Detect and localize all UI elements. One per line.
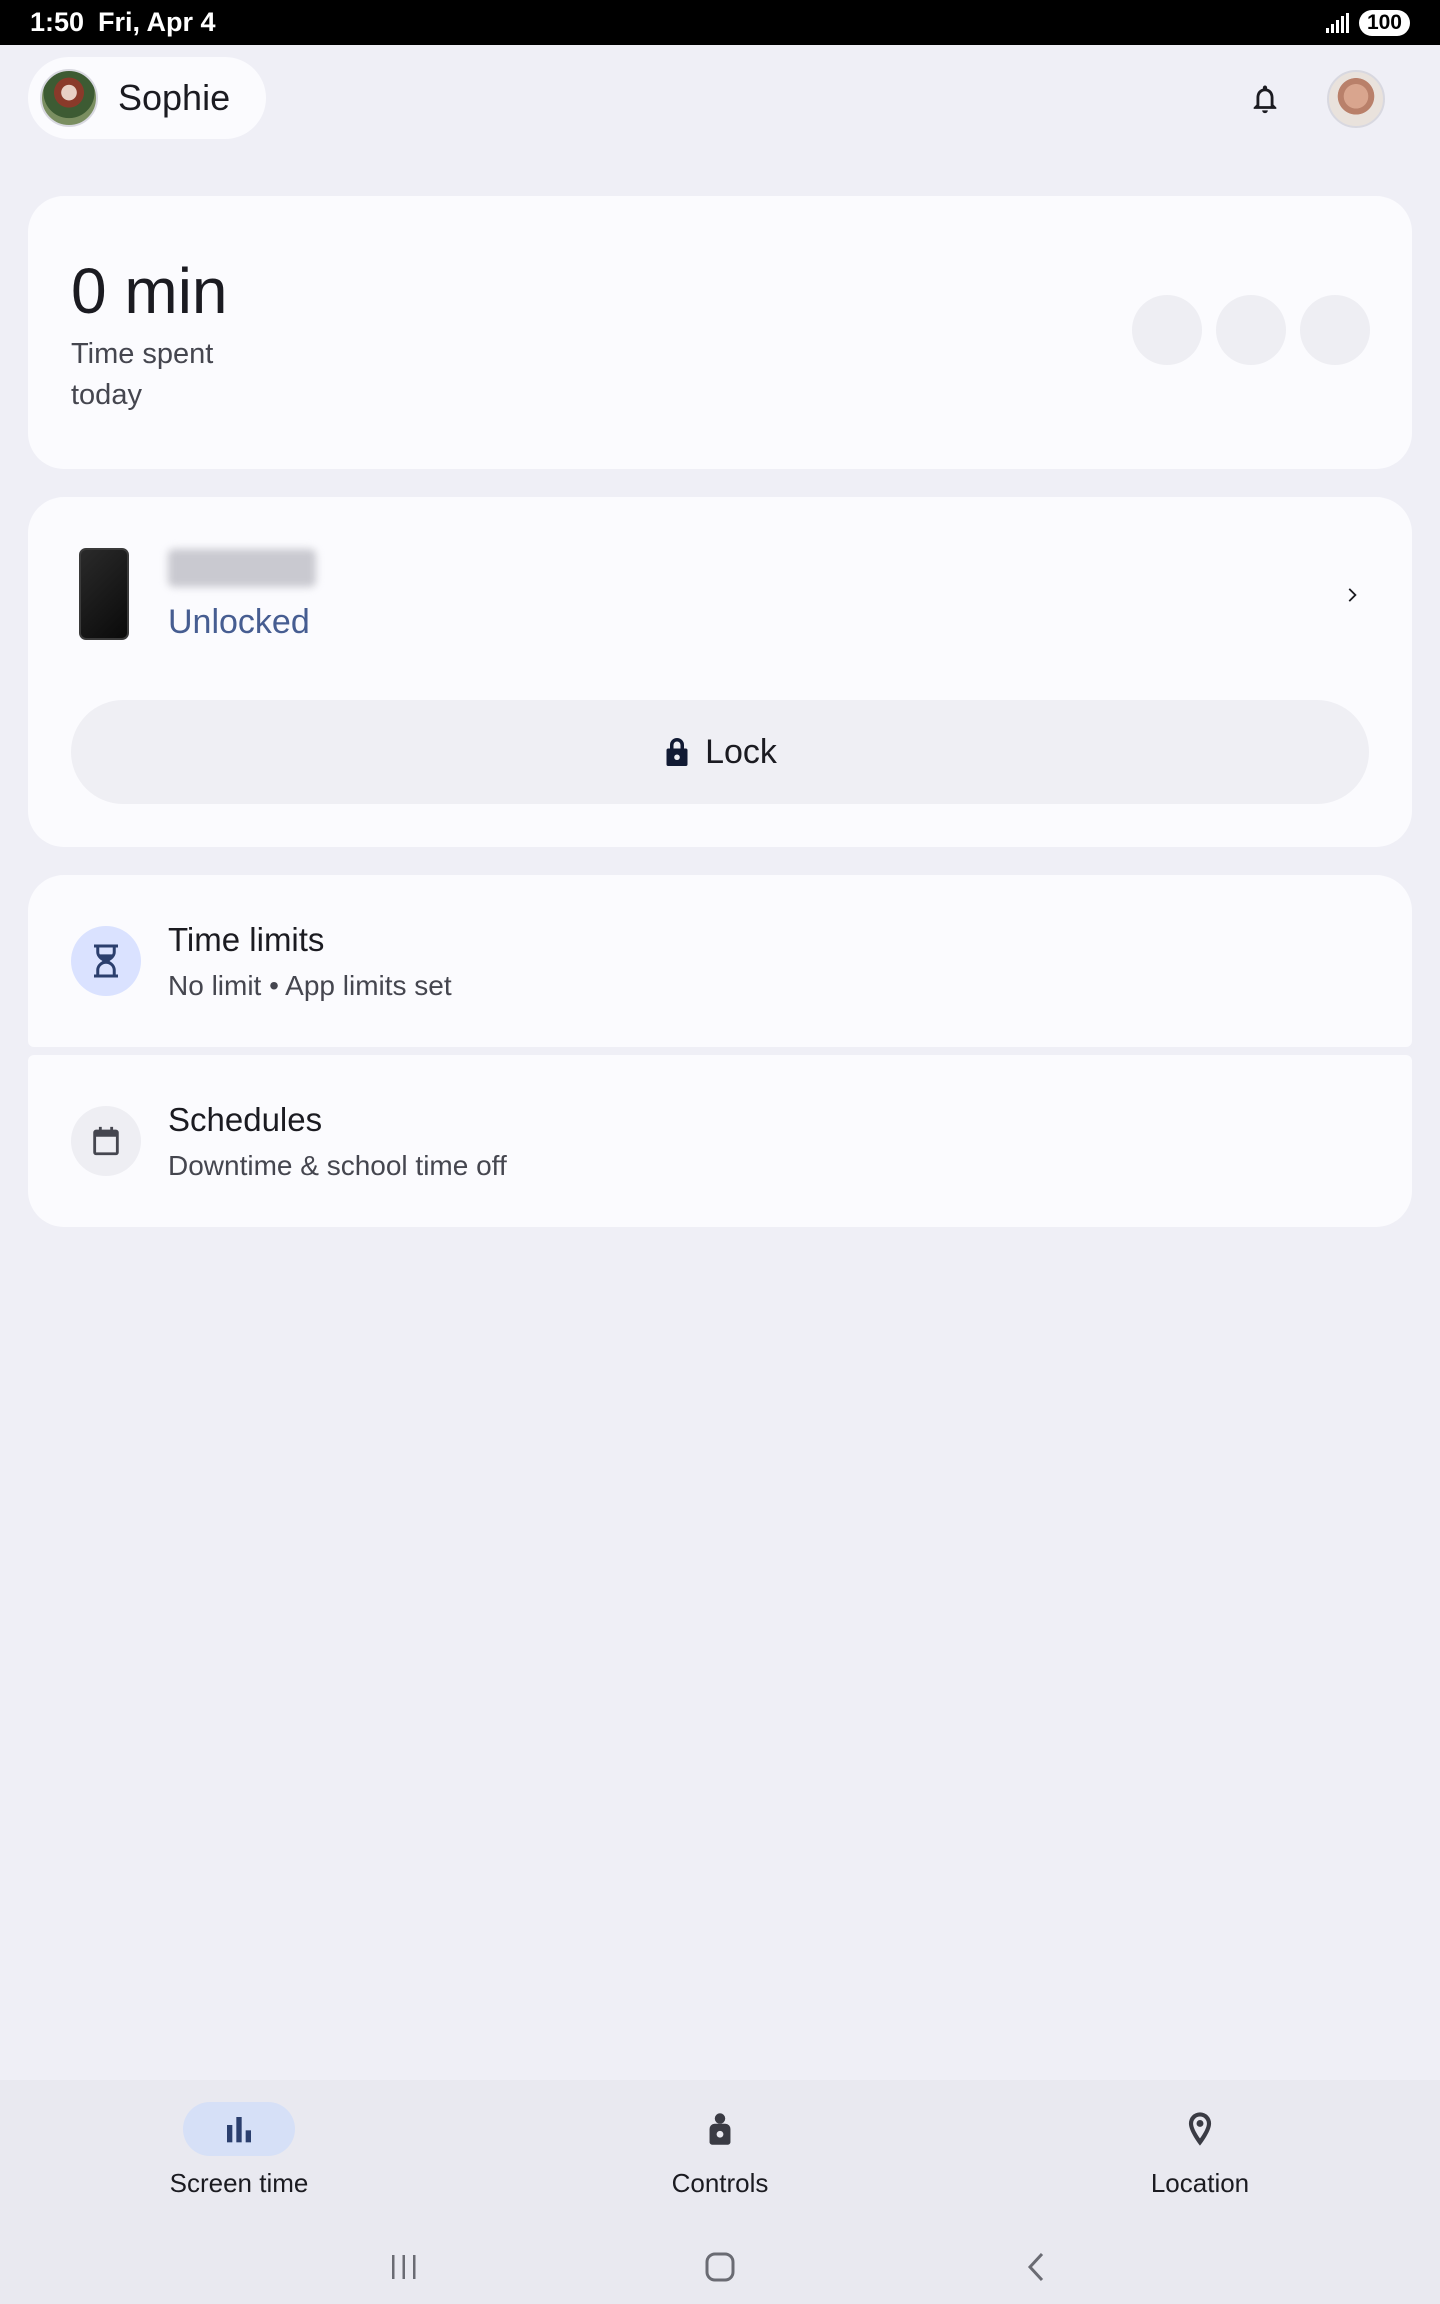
child-selector-chip[interactable]: Sophie [28,57,266,139]
calendar-icon [71,1106,141,1176]
child-name: Sophie [118,77,231,118]
device-name-redacted [168,549,316,587]
family-link-screen: 1:50 Fri, Apr 4 100 Sophie 0 min Time sp… [0,0,1440,2304]
back-button[interactable] [1006,2244,1066,2290]
status-bar: 1:50 Fri, Apr 4 100 [0,0,1440,45]
chevron-right-icon [1348,588,1357,602]
back-icon [1027,2252,1044,2282]
nav-location[interactable]: Location [1080,2102,1320,2212]
hourglass-icon [71,926,141,996]
nav-screen-time[interactable]: Screen time [119,2102,359,2212]
app-icon-placeholder [1216,295,1286,365]
nav-controls[interactable]: Controls [600,2102,840,2212]
home-button[interactable] [690,2244,750,2290]
schedules-title: Schedules [168,1101,323,1138]
system-navigation-bar [0,2230,1440,2304]
lock-device-button[interactable]: Lock [71,700,1369,804]
nav-label: Location [1150,2168,1250,2198]
account-avatar[interactable] [1327,70,1385,128]
nav-label: Screen time [169,2168,309,2198]
location-pin-icon [1144,2102,1256,2156]
time-limits-title: Time limits [168,921,325,958]
lock-button-label: Lock [705,732,777,771]
time-spent-value: 0 min [71,255,228,327]
device-details-chevron[interactable] [1333,575,1373,615]
bell-icon [1253,85,1277,114]
home-icon [705,2252,735,2282]
status-time: 1:50 [30,7,85,37]
screen-time-card[interactable]: 0 min Time spent today [28,196,1412,469]
device-card: Unlocked Lock [28,497,1412,847]
lock-icon [666,738,688,766]
bottom-navigation: Screen time Controls Location [0,2080,1440,2230]
recents-icon [392,2255,416,2279]
controls-icon [664,2102,776,2156]
device-lock-status: Unlocked [168,603,310,641]
time-limits-subtitle: No limit • App limits set [168,970,452,1001]
time-spent-label: Time spent today [71,338,214,411]
notifications-button[interactable] [1232,66,1298,132]
bar-chart-icon [183,2102,295,2156]
battery-indicator: 100 [1358,9,1410,36]
schedules-row[interactable]: Schedules Downtime & school time off [28,1055,1412,1227]
signal-icon [1325,12,1349,33]
child-avatar [40,69,98,127]
app-icon-placeholder [1132,295,1202,365]
nav-label: Controls [671,2168,769,2198]
phone-device-icon [79,548,129,640]
recent-apps-button[interactable] [374,2244,434,2290]
schedules-subtitle: Downtime & school time off [168,1150,507,1181]
status-date: Fri, Apr 4 [98,7,216,37]
time-limits-row[interactable]: Time limits No limit • App limits set [28,875,1412,1047]
app-icon-placeholder [1300,295,1370,365]
